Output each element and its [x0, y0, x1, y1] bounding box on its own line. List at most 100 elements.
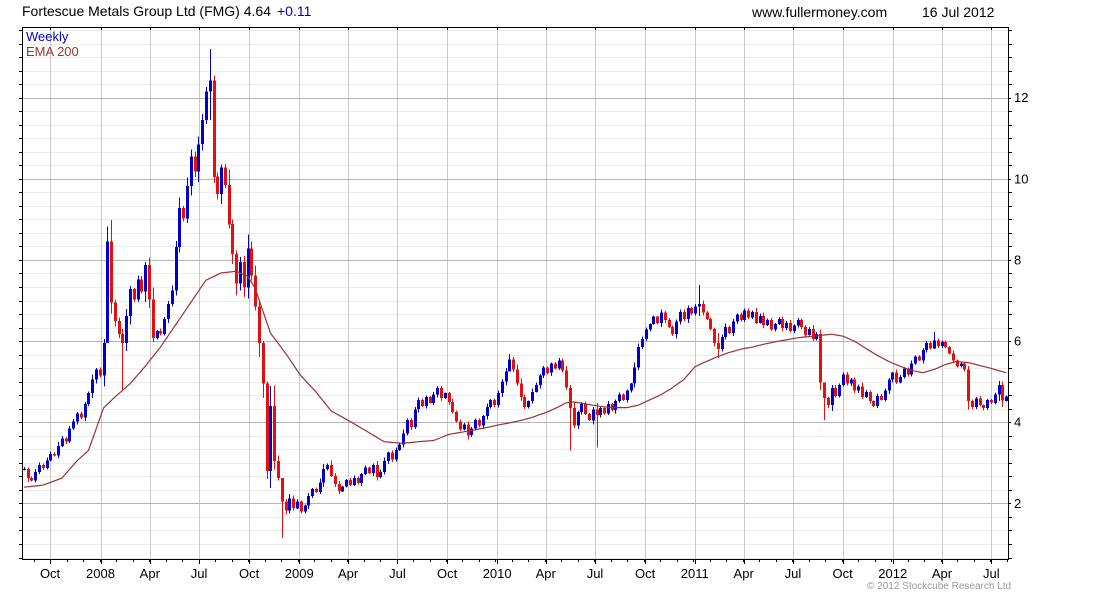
- candle: [307, 493, 310, 510]
- candle: [979, 396, 982, 407]
- candle: [266, 381, 269, 480]
- candle: [573, 401, 576, 428]
- axis-ticks: [19, 27, 1012, 564]
- copyright-notice: © 2012 Stockcube Research Ltd: [867, 581, 1012, 592]
- x-axis-label: Apr: [734, 566, 755, 581]
- candle: [694, 304, 697, 316]
- candle: [91, 374, 94, 399]
- candle: [372, 463, 375, 476]
- candle: [379, 469, 382, 479]
- candle: [948, 346, 951, 355]
- candle: [216, 172, 219, 200]
- candle: [402, 429, 405, 448]
- candle: [167, 300, 170, 324]
- candle: [721, 334, 724, 352]
- candle: [414, 407, 417, 429]
- candle: [834, 385, 837, 398]
- candles-group: [23, 48, 1008, 538]
- candle: [391, 450, 394, 462]
- candle: [675, 319, 678, 339]
- candle: [334, 472, 337, 487]
- x-axis-label: 2012: [878, 566, 907, 581]
- candle: [865, 390, 868, 398]
- candle: [952, 350, 955, 363]
- candle: [296, 498, 299, 510]
- candle: [478, 418, 481, 428]
- candle: [789, 320, 792, 333]
- y-axis-labels: 2 4 6 8 10 12: [1014, 90, 1028, 511]
- candle: [539, 373, 542, 389]
- x-axis-label: Oct: [40, 566, 61, 581]
- candle: [922, 347, 925, 364]
- candle: [175, 240, 178, 296]
- x-axis-label: Jul: [389, 566, 406, 581]
- candle: [304, 504, 307, 514]
- candle: [861, 382, 864, 400]
- candle: [444, 392, 447, 399]
- candle: [880, 393, 883, 401]
- candle: [288, 494, 291, 514]
- candle: [364, 465, 367, 475]
- candle: [523, 394, 526, 409]
- candle: [463, 422, 466, 431]
- y-axis-label: 4: [1014, 415, 1021, 430]
- candle: [888, 378, 891, 394]
- candle: [732, 319, 735, 336]
- candle: [159, 328, 162, 336]
- x-axis-label: Jul: [191, 566, 208, 581]
- candle: [178, 197, 181, 253]
- x-axis-label: 2008: [86, 566, 115, 581]
- candle: [163, 317, 166, 336]
- price-chart: 2 4 6 8 10 12 Oct 2008 Apr Jul Oct 2009 Apr Jul Oct 201…: [19, 27, 1028, 581]
- candle: [626, 389, 629, 403]
- candle: [804, 324, 807, 337]
- candle: [614, 399, 617, 414]
- candle: [114, 299, 117, 327]
- candle: [406, 418, 409, 436]
- x-axis-label: Oct: [833, 566, 854, 581]
- candle: [561, 358, 564, 373]
- candle: [603, 407, 606, 415]
- legend-weekly-label: Weekly: [26, 29, 69, 44]
- candle: [72, 418, 75, 430]
- candle: [292, 495, 295, 511]
- candle: [322, 464, 325, 488]
- candle: [652, 315, 655, 326]
- candle: [201, 114, 204, 151]
- candle: [762, 312, 765, 329]
- candle: [451, 398, 454, 414]
- candle: [797, 317, 800, 328]
- candle: [84, 402, 87, 422]
- candle: [129, 286, 132, 325]
- candle: [918, 355, 921, 362]
- candle: [398, 443, 401, 451]
- candle: [963, 362, 966, 372]
- candle: [65, 436, 68, 444]
- candle: [121, 328, 124, 390]
- candle: [224, 164, 227, 188]
- y-axis-label: 8: [1014, 252, 1021, 267]
- candle: [630, 382, 633, 393]
- candle: [565, 365, 568, 391]
- candle: [360, 473, 363, 486]
- candle: [751, 310, 754, 319]
- y-axis-label: 12: [1014, 90, 1028, 105]
- candle: [823, 382, 826, 421]
- y-axis-label: 10: [1014, 171, 1028, 186]
- candle: [106, 226, 109, 344]
- candle: [656, 315, 659, 325]
- candle: [205, 86, 208, 125]
- candle: [542, 366, 545, 378]
- x-axis-label: Oct: [635, 566, 656, 581]
- candle: [57, 442, 60, 458]
- candle: [156, 330, 159, 340]
- candle: [846, 372, 849, 386]
- candle: [990, 398, 993, 404]
- candle: [740, 312, 743, 322]
- candle: [190, 149, 193, 196]
- candle: [455, 410, 458, 423]
- candle: [671, 325, 674, 336]
- candle: [766, 318, 769, 326]
- candle: [470, 427, 473, 438]
- candle: [30, 476, 33, 482]
